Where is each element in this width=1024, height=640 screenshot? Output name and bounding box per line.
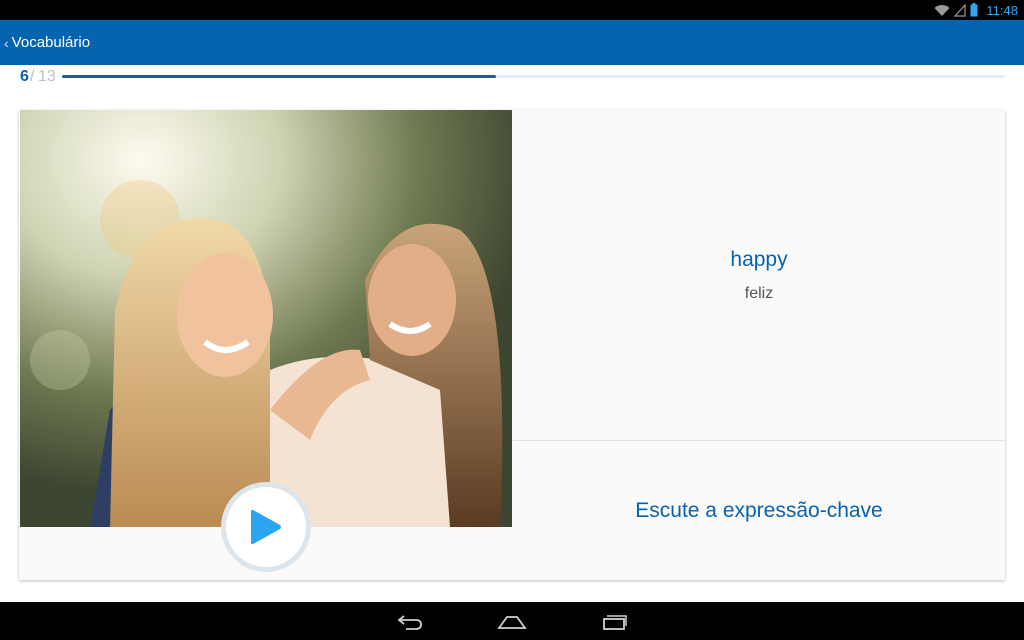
progress-current: 6	[20, 68, 29, 85]
app-bar: ‹ Vocabulário	[0, 20, 1024, 65]
progress-fill	[62, 75, 496, 78]
status-bar: 11:48	[0, 0, 1024, 20]
vocabulary-card: happy feliz Escute a expressão-chave	[19, 110, 1005, 580]
app-title: Vocabulário	[11, 34, 91, 51]
status-icons: 11:48	[934, 2, 1018, 18]
system-nav-bar	[0, 602, 1024, 640]
progress-track	[62, 75, 1005, 78]
vocabulary-word: happy	[730, 248, 788, 271]
listen-key-phrase-button[interactable]: Escute a expressão-chave	[513, 441, 1005, 580]
back-nav-button[interactable]	[390, 610, 430, 634]
home-nav-button[interactable]	[492, 610, 532, 634]
lesson-progress: 6 / 13	[18, 68, 1006, 86]
back-arrow-icon	[397, 615, 422, 630]
progress-total: 13	[38, 68, 56, 85]
status-time: 11:48	[986, 2, 1018, 18]
play-button[interactable]	[221, 482, 311, 572]
photo-illustration	[20, 110, 512, 527]
recent-apps-icon	[603, 615, 627, 630]
signal-icon	[954, 3, 967, 17]
recents-nav-button[interactable]	[595, 610, 635, 634]
battery-icon	[970, 3, 978, 17]
home-icon	[497, 616, 527, 629]
wifi-icon	[934, 4, 950, 16]
progress-separator: /	[30, 68, 35, 85]
vocabulary-photo	[20, 110, 512, 527]
back-button[interactable]: ‹ Vocabulário	[0, 20, 100, 65]
word-panel: happy feliz	[513, 110, 1005, 440]
vocabulary-translation: feliz	[744, 285, 774, 302]
play-icon	[251, 509, 281, 545]
chevron-left-icon: ‹	[4, 34, 9, 51]
